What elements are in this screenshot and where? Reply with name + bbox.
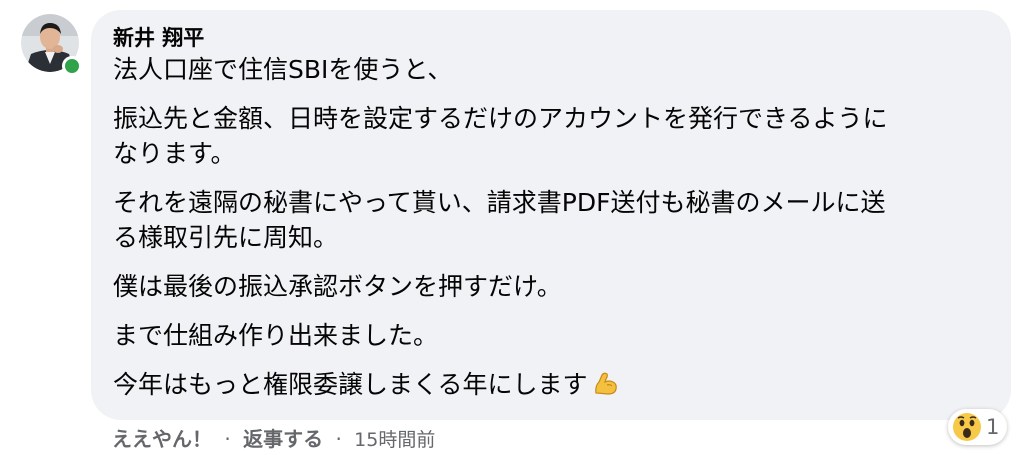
like-action-link[interactable]: ええやん！ — [112, 427, 212, 451]
reaction-count: 1 — [986, 415, 1000, 439]
reply-action-link[interactable]: 返事する — [243, 427, 323, 451]
reaction-summary[interactable]: 1 — [948, 409, 1008, 445]
comment-actions: ええやん！ · 返事する · 15時間前 — [112, 424, 435, 455]
flexed-biceps-emoji-icon — [592, 369, 620, 406]
action-separator: · — [224, 427, 231, 451]
comment-paragraph-3: それを遠隔の秘書にやって貰い、請求書PDF送付も秘書のメールに送 る様取引先に周… — [113, 188, 886, 252]
comment-paragraph-4: 僕は最後の振込承認ボタンを押すだけ。 — [113, 272, 562, 301]
wow-reaction-icon — [953, 413, 981, 441]
comment-timestamp[interactable]: 15時間前 — [354, 429, 435, 451]
action-separator: · — [335, 427, 342, 451]
comment-author-name[interactable]: 新井 翔平 — [113, 24, 987, 52]
comment-paragraph-2: 振込先と金額、日時を設定するだけのアカウントを発行できるように なります。 — [113, 104, 888, 168]
comment-paragraph-5: まで仕組み作り出来ました。 — [113, 321, 439, 350]
comment-bubble: 新井 翔平 法人口座で住信SBIを使うと、 振込先と金額、日時を設定するだけのア… — [91, 10, 1011, 420]
comment-paragraph-6: 今年はもっと権限委譲しまくる年にします — [113, 370, 588, 399]
comment-paragraph-1: 法人口座で住信SBIを使うと、 — [113, 55, 453, 84]
author-avatar[interactable] — [21, 14, 82, 76]
comment-paragraph-6-container: 今年はもっと権限委譲しまくる年にします — [113, 367, 987, 406]
online-status-indicator — [62, 56, 82, 76]
